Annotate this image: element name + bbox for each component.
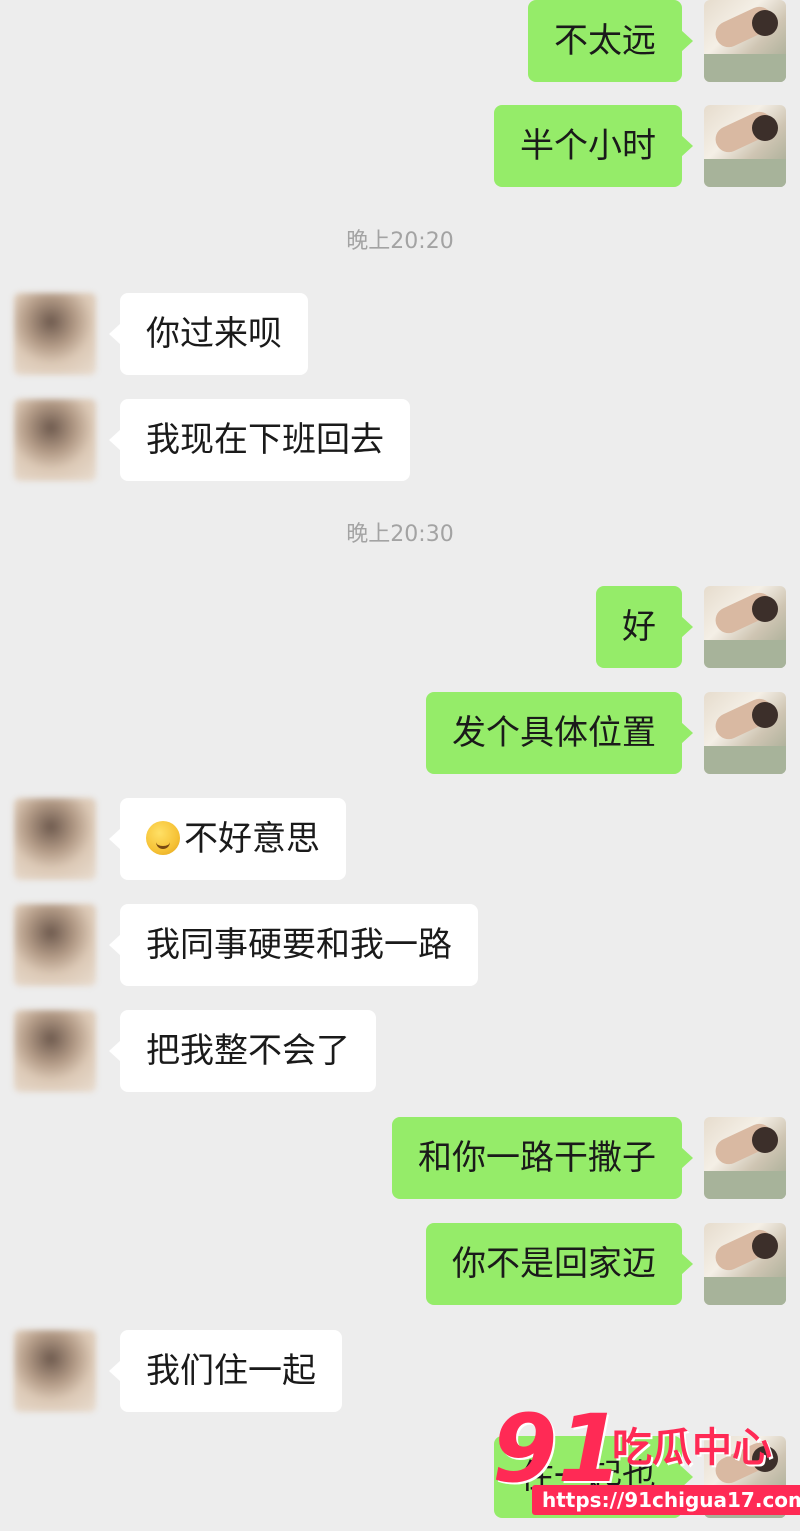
outgoing-message-bubble[interactable]: 好 [596,586,693,668]
chat-area: 不太远半个小时晚上20:20 你过来呗我现在下班回去晚上20:30 好发个具体位置不… [0,0,800,1531]
message-text: 你过来呗 [146,314,282,354]
outgoing-message-bubble[interactable]: 和你一路干撒子 [392,1117,693,1199]
incoming-message-bubble[interactable]: 把我整不会了 [109,1010,376,1092]
message-text: 发个具体位置 [452,713,656,753]
contact-avatar[interactable] [14,1010,96,1092]
message-text: 把我整不会了 [146,1031,350,1071]
message-text: 我同事硬要和我一路 [146,925,452,965]
message-text: 我们住一起 [146,1351,316,1391]
outgoing-message-bubble[interactable]: 你不是回家迈 [426,1223,693,1305]
my-avatar[interactable] [704,692,786,774]
incoming-message-bubble[interactable]: 我现在下班回去 [109,399,410,481]
my-avatar[interactable] [704,586,786,668]
incoming-message-bubble[interactable]: 我同事硬要和我一路 [109,904,478,986]
my-avatar[interactable] [704,1223,786,1305]
watermark-site-name: 吃瓜中心 [612,1425,772,1471]
outgoing-message-bubble[interactable]: 发个具体位置 [426,692,693,774]
contact-avatar[interactable] [14,399,96,481]
contact-avatar[interactable] [14,904,96,986]
contact-avatar[interactable] [14,798,96,880]
message-text: 不太远 [554,21,656,61]
message-text: 不好意思 [184,819,320,859]
outgoing-message-bubble[interactable]: 不太远 [528,0,693,82]
my-avatar[interactable] [704,1117,786,1199]
message-text: 你不是回家迈 [452,1244,656,1284]
incoming-message-bubble[interactable]: 不好意思 [109,798,346,880]
contact-avatar[interactable] [14,1330,96,1412]
contact-avatar[interactable] [14,293,96,375]
timestamp: 晚上20:20 [346,229,454,254]
watermark-url: https://91chigua17.com [532,1485,800,1515]
my-avatar[interactable] [704,0,786,82]
outgoing-message-bubble[interactable]: 半个小时 [494,105,693,187]
my-avatar[interactable] [704,105,786,187]
message-text: 我现在下班回去 [146,420,384,460]
timestamp: 晚上20:30 [346,522,454,547]
watermark-logo: 91 吃瓜中心 https://91chigua17.com [492,1395,800,1523]
message-text: 半个小时 [520,126,656,166]
incoming-message-bubble[interactable]: 我们住一起 [109,1330,342,1412]
watermark-number: 91 [492,1395,623,1504]
incoming-message-bubble[interactable]: 你过来呗 [109,293,308,375]
sweat-laugh-emoji-icon [146,820,180,855]
message-text: 好 [622,607,656,647]
message-text: 和你一路干撒子 [418,1138,656,1178]
